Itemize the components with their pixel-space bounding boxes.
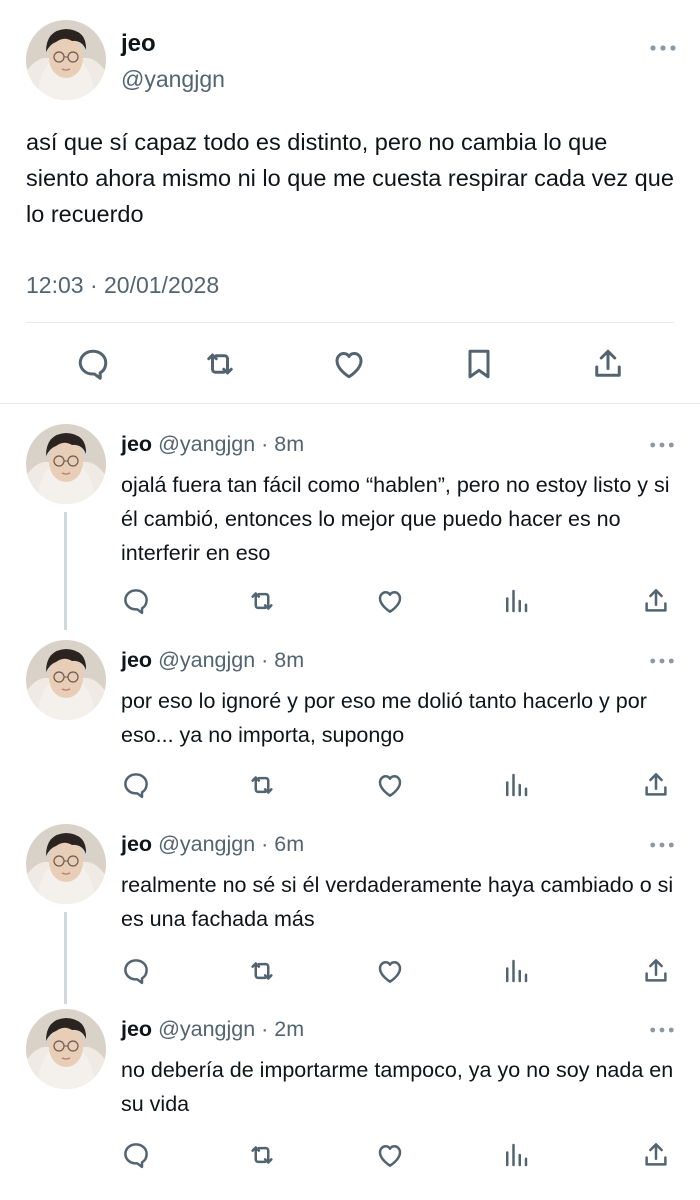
share-icon[interactable] <box>641 586 671 616</box>
reply-header: jeo @yangjgn · 8m <box>121 648 304 673</box>
display-name[interactable]: jeo <box>121 1017 152 1041</box>
retweet-icon[interactable] <box>247 586 277 616</box>
display-name[interactable]: jeo <box>121 832 152 856</box>
more-options-icon[interactable] <box>649 657 675 665</box>
reply-icon[interactable] <box>121 770 151 800</box>
tweet-timestamp[interactable]: 12:03 · 20/01/2028 <box>26 272 219 299</box>
share-icon[interactable] <box>641 956 671 986</box>
avatar[interactable] <box>26 1009 106 1089</box>
handle-and-time[interactable]: @yangjgn · 8m <box>158 432 304 456</box>
reply-header: jeo @yangjgn · 2m <box>121 1017 304 1042</box>
more-options-icon[interactable] <box>649 44 677 52</box>
more-options-icon[interactable] <box>649 1026 675 1034</box>
tweet-text: ojalá fuera tan fácil como “hablen”, per… <box>121 473 670 565</box>
handle-and-time[interactable]: @yangjgn · 8m <box>158 648 304 672</box>
like-icon[interactable] <box>331 346 367 382</box>
reply-header: jeo @yangjgn · 6m <box>121 832 304 857</box>
thread-line <box>64 912 67 1004</box>
thread-line <box>64 512 67 630</box>
reply-icon[interactable] <box>121 956 151 986</box>
divider <box>26 322 674 323</box>
tweet-text: por eso lo ignoré y por eso me dolió tan… <box>121 689 647 747</box>
more-options-icon[interactable] <box>649 841 675 849</box>
views-icon[interactable] <box>501 1140 531 1170</box>
share-icon[interactable] <box>641 1140 671 1170</box>
reply-header: jeo @yangjgn · 8m <box>121 432 304 457</box>
tweet-text: no debería de importarme tampoco, ya yo … <box>121 1058 674 1116</box>
retweet-icon[interactable] <box>247 1140 277 1170</box>
like-icon[interactable] <box>375 586 405 616</box>
views-icon[interactable] <box>501 586 531 616</box>
more-options-icon[interactable] <box>649 441 675 449</box>
bookmark-icon[interactable] <box>461 346 497 382</box>
main-tweet: jeo @yangjgn así que sí capaz todo es di… <box>0 0 700 404</box>
tweet-text: así que sí capaz todo es distinto, pero … <box>26 129 674 227</box>
views-icon[interactable] <box>501 770 531 800</box>
reply-icon[interactable] <box>75 346 111 382</box>
avatar[interactable] <box>26 424 106 504</box>
user-handle[interactable]: @yangjgn <box>121 66 225 93</box>
reply-icon[interactable] <box>121 586 151 616</box>
views-icon[interactable] <box>501 956 531 986</box>
retweet-icon[interactable] <box>202 346 238 382</box>
like-icon[interactable] <box>375 956 405 986</box>
avatar[interactable] <box>26 640 106 720</box>
display-name[interactable]: jeo <box>121 648 152 672</box>
tweet-text: realmente no sé si él verdaderamente hay… <box>121 873 674 931</box>
like-icon[interactable] <box>375 1140 405 1170</box>
retweet-icon[interactable] <box>247 956 277 986</box>
display-name[interactable]: jeo <box>121 432 152 456</box>
avatar[interactable] <box>26 20 106 100</box>
avatar[interactable] <box>26 824 106 904</box>
reply-icon[interactable] <box>121 1140 151 1170</box>
handle-and-time[interactable]: @yangjgn · 6m <box>158 832 304 856</box>
retweet-icon[interactable] <box>247 770 277 800</box>
handle-and-time[interactable]: @yangjgn · 2m <box>158 1017 304 1041</box>
share-icon[interactable] <box>590 346 626 382</box>
display-name[interactable]: jeo <box>121 30 156 58</box>
share-icon[interactable] <box>641 770 671 800</box>
like-icon[interactable] <box>375 770 405 800</box>
